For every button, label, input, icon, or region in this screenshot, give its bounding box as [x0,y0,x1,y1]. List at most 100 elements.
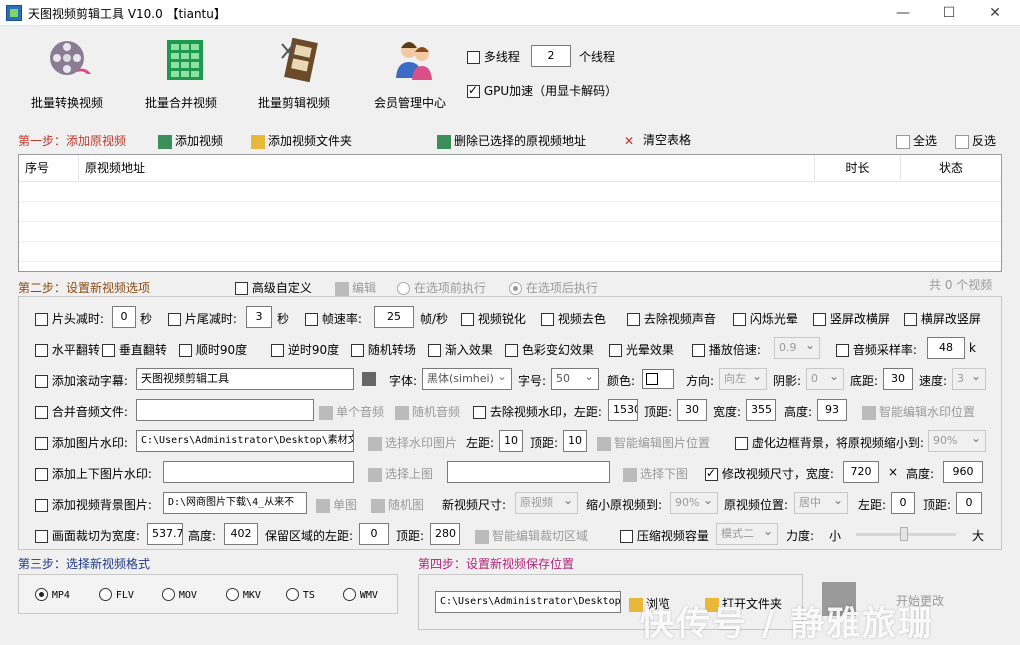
blur-background-checkbox[interactable] [735,437,748,450]
column-status[interactable]: 状态 [901,155,1001,181]
thread-count-input[interactable]: 2 [531,45,571,67]
crop-top-input[interactable]: 280 [430,523,460,545]
choose-bottom-image-button[interactable]: 选择下图 [623,465,688,482]
light-fx-checkbox[interactable] [609,344,622,357]
merge-audio-option[interactable]: 合并音频文件: [35,403,128,420]
scroll-text-option[interactable]: 添加滚动字幕: [35,372,128,389]
image-watermark-checkbox[interactable] [35,437,48,450]
keep-left-input[interactable]: 0 [359,523,389,545]
format-mp4[interactable]: MP4 [35,587,70,601]
desaturate-checkbox[interactable] [541,313,554,326]
slider-thumb[interactable] [900,527,908,541]
mute-option[interactable]: 去除视频声音 [627,310,716,327]
head-cut-input[interactable]: 0 [112,306,136,328]
format-mkv-radio[interactable] [226,588,239,601]
format-wmv[interactable]: WMV [343,587,378,601]
sample-rate-option[interactable]: 音频采样率: [836,341,917,358]
minimize-button[interactable]: — [880,0,926,26]
scroll-speed-select[interactable]: 3 [952,368,986,390]
column-index[interactable]: 序号 [19,155,79,181]
tail-cut-input[interactable]: 3 [246,306,272,328]
position-select[interactable]: 居中 [794,492,848,514]
format-mp4-radio[interactable] [35,588,48,601]
invert-select-button[interactable]: 反选 [955,132,996,149]
new-size-select[interactable]: 原视频 [515,492,578,514]
batch-edit-button[interactable]: 批量剪辑视频 [244,36,344,116]
compress-option[interactable]: 压缩视频容量 [620,527,709,544]
bg-top-input[interactable]: 0 [956,492,982,514]
font-size-select[interactable]: 50 [551,368,599,390]
fps-option[interactable]: 帧速率: [305,310,362,327]
bg-image-checkbox[interactable] [35,499,48,512]
member-center-button[interactable]: 会员管理中心 [360,36,460,116]
bg-image-option[interactable]: 添加视频背景图片: [35,496,152,513]
img-top-input[interactable]: 10 [563,430,587,452]
run-after-radio[interactable] [509,282,522,295]
tail-cut-option[interactable]: 片尾减时: [168,310,237,327]
choose-watermark-button[interactable]: 选择水印图片 [368,434,457,451]
resize-checkbox[interactable] [705,466,718,481]
multithread-option[interactable]: 多线程 [467,48,520,65]
column-path[interactable]: 原视频地址 [79,155,815,181]
audio-file-input[interactable] [136,399,314,421]
resize-width-input[interactable]: 720 [843,461,879,483]
edit-button[interactable]: 编辑 [335,279,376,296]
crop-option[interactable]: 画面裁切为宽度: [35,527,140,544]
run-before-option[interactable]: 在选项前执行 [397,279,486,296]
smart-watermark-button[interactable]: 智能编辑水印位置 [862,403,975,420]
light-fx-option[interactable]: 光晕效果 [609,341,674,358]
compress-checkbox[interactable] [620,530,633,543]
sample-rate-checkbox[interactable] [836,344,849,357]
single-audio-button[interactable]: 单个音频 [319,403,384,420]
sharpen-option[interactable]: 视频锐化 [461,310,526,327]
format-mov[interactable]: MOV [162,587,197,601]
text-edit-icon[interactable] [362,372,376,386]
bottom-margin-input[interactable]: 30 [883,368,913,390]
format-ts[interactable]: TS [286,587,315,601]
save-path-input[interactable]: C:\Users\Administrator\Desktop\ [435,591,621,613]
format-flv-radio[interactable] [99,588,112,601]
fade-in-option[interactable]: 渐入效果 [428,341,493,358]
tail-cut-checkbox[interactable] [168,313,181,326]
compress-mode-select[interactable]: 模式二 [716,523,778,545]
remove-watermark-option[interactable]: 去除视频水印，左距: [473,403,602,420]
v2h-option[interactable]: 竖屏改横屏 [813,310,890,327]
top-bottom-watermark-checkbox[interactable] [35,468,48,481]
multithread-checkbox[interactable] [467,51,480,64]
choose-top-image-button[interactable]: 选择上图 [368,465,433,482]
format-mkv[interactable]: MKV [226,587,261,601]
image-watermark-option[interactable]: 添加图片水印: [35,434,128,451]
random-transition-checkbox[interactable] [351,344,364,357]
color-picker[interactable] [642,369,674,389]
bg-left-input[interactable]: 0 [891,492,915,514]
rotate-cw-option[interactable]: 顺时90度 [179,341,247,358]
single-image-button[interactable]: 单图 [316,496,357,513]
close-button[interactable]: ✕ [972,0,1018,26]
smart-crop-button[interactable]: 智能编辑裁切区域 [475,527,588,544]
blur-scale-select[interactable]: 90% [928,430,986,452]
speed-checkbox[interactable] [692,344,705,357]
speed-option[interactable]: 播放倍速: [692,341,761,358]
rotate-ccw-checkbox[interactable] [271,344,284,357]
v2h-checkbox[interactable] [813,313,826,326]
hflip-option[interactable]: 水平翻转 [35,341,100,358]
crop-width-input[interactable]: 537.75 [147,523,183,545]
delete-selected-button[interactable]: 删除已选择的原视频地址 [437,132,586,149]
gpu-checkbox[interactable] [467,83,480,98]
blur-background-option[interactable]: 虚化边框背景，将原视频缩小到: [735,434,924,451]
img-left-input[interactable]: 10 [499,430,523,452]
image-watermark-path[interactable]: C:\Users\Administrator\Desktop\素材文 [136,430,354,452]
fps-input[interactable]: 25 [374,306,414,328]
direction-select[interactable]: 向左 [719,368,767,390]
h2v-checkbox[interactable] [904,313,917,326]
top-image-input[interactable] [163,461,354,483]
clear-table-button[interactable]: ✕ 清空表格 [622,131,691,148]
desaturate-option[interactable]: 视频去色 [541,310,606,327]
h2v-option[interactable]: 横屏改竖屏 [904,310,981,327]
sharpen-checkbox[interactable] [461,313,474,326]
random-transition-option[interactable]: 随机转场 [351,341,416,358]
column-duration[interactable]: 时长 [815,155,901,181]
fade-in-checkbox[interactable] [428,344,441,357]
gpu-option[interactable]: GPU加速（用显卡解码） [467,82,617,99]
run-before-radio[interactable] [397,282,410,295]
